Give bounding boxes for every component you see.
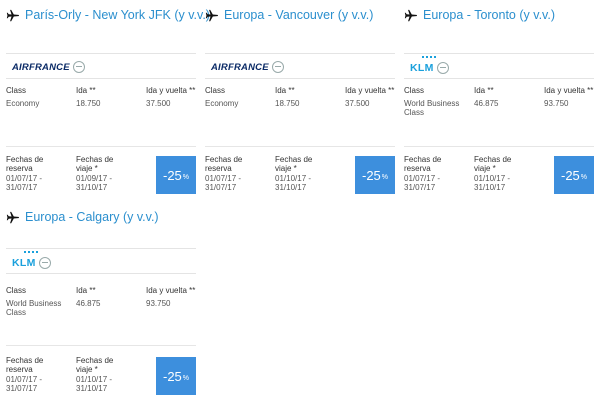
class-label: Class xyxy=(6,86,27,95)
viaje-dates: 01/10/17 - 31/10/17 xyxy=(474,174,511,192)
discount-badge: -25% xyxy=(156,357,196,395)
reserva-dates: 01/07/17 - 31/07/17 xyxy=(6,375,43,393)
airline-header: KLM xyxy=(404,53,594,79)
viaje-dates: 01/10/17 - 31/10/17 xyxy=(275,174,312,192)
class-label: Class xyxy=(404,86,425,95)
ida-price: 46.875 xyxy=(474,99,499,108)
reserva-label: Fechas de reserva xyxy=(6,155,44,173)
airfrance-logo: AIRFRANCE xyxy=(12,60,85,74)
ida-vuelta-label: Ida y vuelta ** xyxy=(146,86,196,95)
ida-price: 18.750 xyxy=(76,99,101,108)
skyteam-icon xyxy=(38,257,51,269)
offer-card[interactable]: Europa - Vancouver (y v.v.) AIRFRANCE Cl… xyxy=(205,6,395,206)
class-value: World Business Class xyxy=(6,299,62,317)
discount-badge: -25% xyxy=(156,156,196,194)
viaje-label: Fechas de viaje * xyxy=(76,356,114,374)
airline-header: KLM xyxy=(6,248,196,274)
route-title-text: Europa - Vancouver (y v.v.) xyxy=(224,8,374,22)
plane-icon xyxy=(6,211,19,224)
route-title-text: París-Orly - New York JFK (y v.v.) xyxy=(25,8,210,22)
airfrance-logo: AIRFRANCE xyxy=(211,60,284,74)
discount-badge: -25% xyxy=(355,156,395,194)
divider xyxy=(6,345,196,346)
skyteam-icon xyxy=(271,61,284,73)
route-title[interactable]: Europa - Calgary (y v.v.) xyxy=(6,208,159,226)
offer-card[interactable]: Europa - Calgary (y v.v.) KLM Class Ida … xyxy=(6,208,196,400)
reserva-label: Fechas de reserva xyxy=(6,356,44,374)
discount-badge: -25% xyxy=(554,156,594,194)
class-label: Class xyxy=(205,86,226,95)
divider xyxy=(6,146,196,147)
viaje-label: Fechas de viaje * xyxy=(76,155,114,173)
ida-price: 18.750 xyxy=(275,99,300,108)
plane-icon xyxy=(6,9,19,22)
offer-card[interactable]: Europa - Toronto (y v.v.) KLM Class Ida … xyxy=(404,6,594,206)
skyteam-icon xyxy=(72,61,85,73)
offer-card[interactable]: París-Orly - New York JFK (y v.v.) AIRFR… xyxy=(6,6,210,206)
viaje-label: Fechas de viaje * xyxy=(275,155,313,173)
ida-vuelta-price: 93.750 xyxy=(146,299,171,308)
klm-logo: KLM xyxy=(12,251,51,271)
ida-vuelta-price: 37.500 xyxy=(146,99,171,108)
reserva-dates: 01/07/17 - 31/07/17 xyxy=(404,174,441,192)
ida-price: 46.875 xyxy=(76,299,101,308)
class-value: World Business Class xyxy=(404,99,460,117)
viaje-label: Fechas de viaje * xyxy=(474,155,512,173)
divider xyxy=(404,146,594,147)
reserva-dates: 01/07/17 - 31/07/17 xyxy=(6,174,43,192)
divider xyxy=(205,146,395,147)
class-label: Class xyxy=(6,286,27,295)
ida-vuelta-label: Ida y vuelta ** xyxy=(146,286,196,295)
route-title-text: Europa - Calgary (y v.v.) xyxy=(25,210,159,224)
class-value: Economy xyxy=(6,99,40,108)
reserva-label: Fechas de reserva xyxy=(205,155,243,173)
route-title[interactable]: Europa - Toronto (y v.v.) xyxy=(404,6,555,24)
ida-vuelta-label: Ida y vuelta ** xyxy=(544,86,594,95)
plane-icon xyxy=(404,9,417,22)
viaje-dates: 01/09/17 - 31/10/17 xyxy=(76,174,113,192)
skyteam-icon xyxy=(436,62,449,74)
ida-label: Ida ** xyxy=(76,286,96,295)
ida-vuelta-price: 93.750 xyxy=(544,99,569,108)
viaje-dates: 01/10/17 - 31/10/17 xyxy=(76,375,113,393)
route-title-text: Europa - Toronto (y v.v.) xyxy=(423,8,555,22)
route-title[interactable]: París-Orly - New York JFK (y v.v.) xyxy=(6,6,210,24)
ida-label: Ida ** xyxy=(275,86,295,95)
airline-header: AIRFRANCE xyxy=(6,53,196,79)
reserva-label: Fechas de reserva xyxy=(404,155,442,173)
reserva-dates: 01/07/17 - 31/07/17 xyxy=(205,174,242,192)
ida-label: Ida ** xyxy=(474,86,494,95)
ida-vuelta-price: 37.500 xyxy=(345,99,370,108)
ida-label: Ida ** xyxy=(76,86,96,95)
ida-vuelta-label: Ida y vuelta ** xyxy=(345,86,395,95)
class-value: Economy xyxy=(205,99,239,108)
route-title[interactable]: Europa - Vancouver (y v.v.) xyxy=(205,6,373,24)
plane-icon xyxy=(205,9,218,22)
airline-header: AIRFRANCE xyxy=(205,53,395,79)
klm-logo: KLM xyxy=(410,56,449,76)
